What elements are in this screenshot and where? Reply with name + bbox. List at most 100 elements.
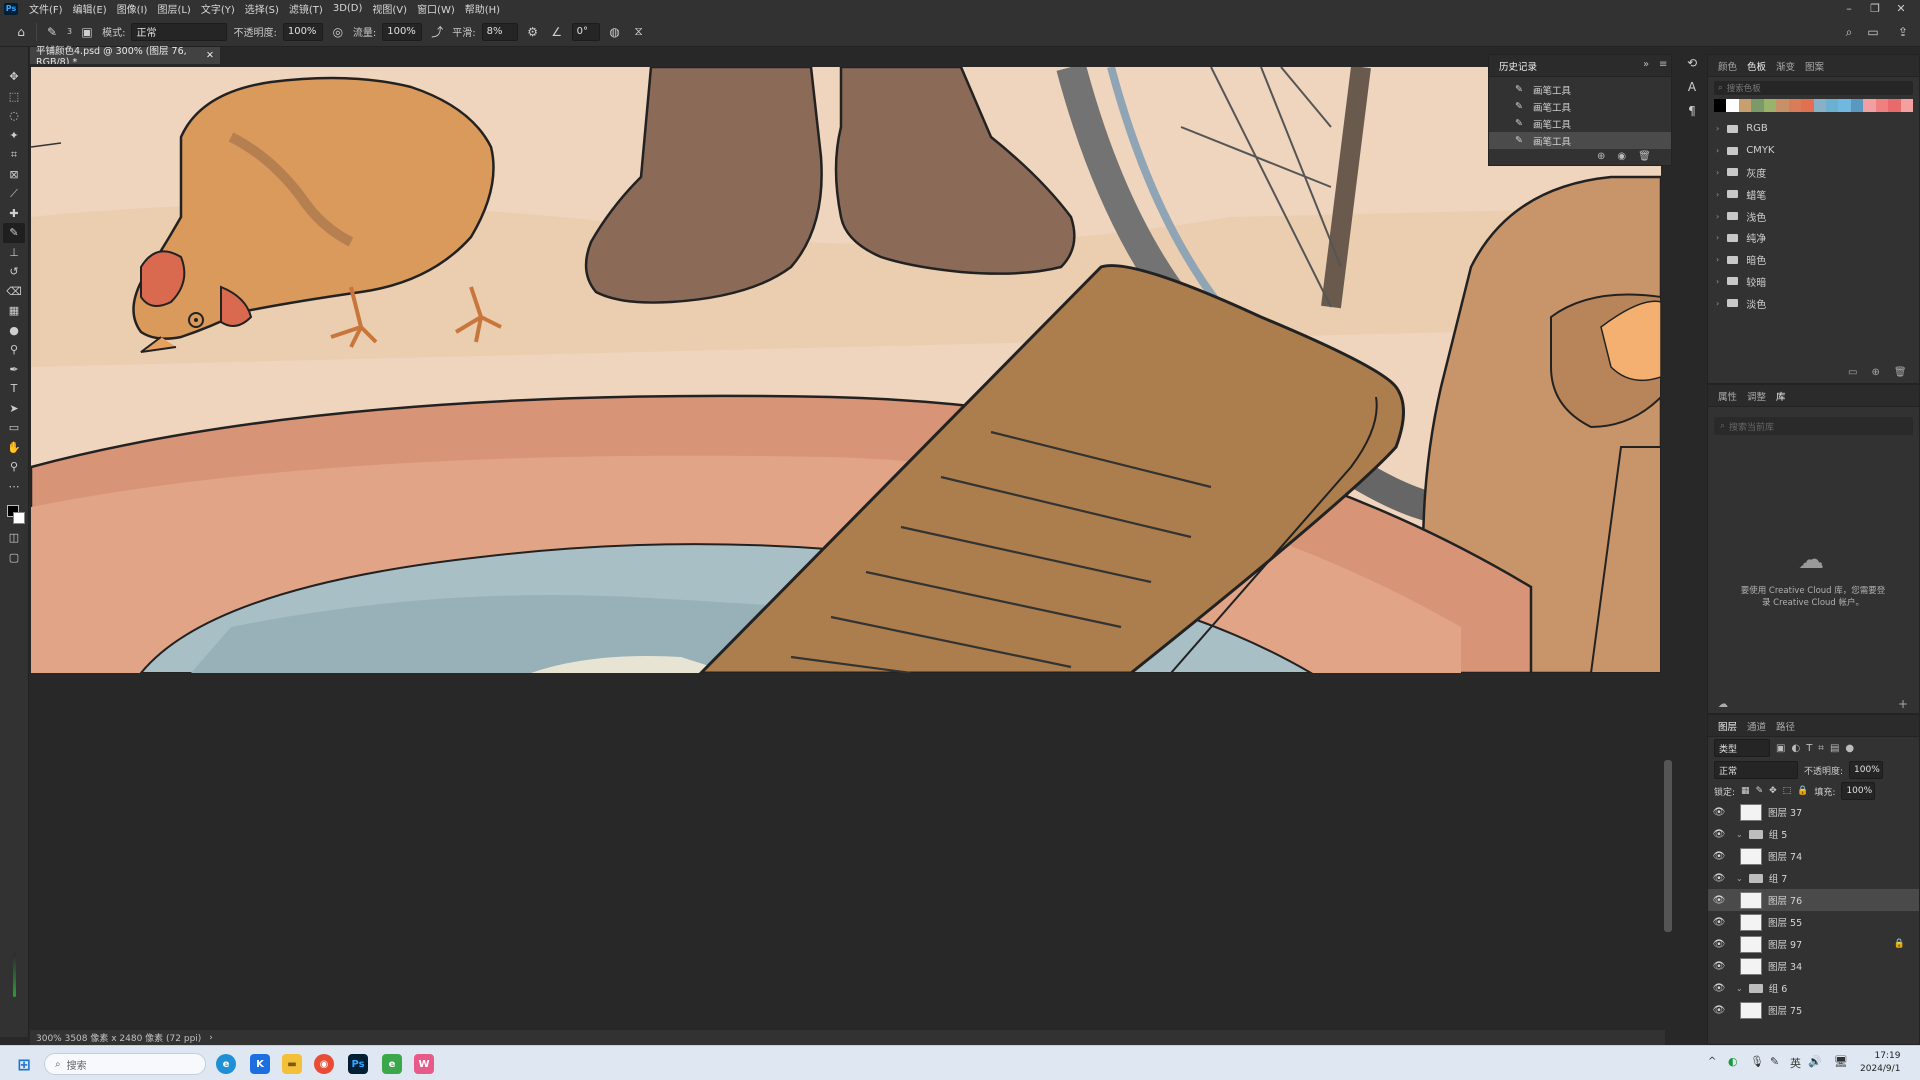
chevron-down-icon[interactable]: ⌄ <box>1736 830 1743 839</box>
filter-adjust-icon[interactable]: ◐ <box>1791 743 1800 754</box>
history-item[interactable]: ✎ 画笔工具 <box>1489 98 1671 115</box>
file-explorer-icon[interactable]: ▬ <box>282 1054 302 1074</box>
chevron-right-icon[interactable]: › <box>1716 124 1719 133</box>
swatch-group[interactable]: › 较暗 <box>1708 271 1919 293</box>
airbrush-icon[interactable]: ⤴ <box>428 23 446 41</box>
layer-row[interactable]: 👁 图层 55 <box>1708 911 1919 933</box>
more-tools-icon[interactable]: ⋯ <box>3 477 25 497</box>
tab-properties[interactable]: 属性 <box>1718 389 1737 403</box>
layer-group-row[interactable]: 👁 ⌄ 组 5 <box>1708 823 1919 845</box>
tab-swatches[interactable]: 色板 <box>1747 59 1766 73</box>
menu-type[interactable]: 文字(Y) <box>196 1 240 16</box>
lock-all-icon[interactable]: 🔒 <box>1797 786 1808 796</box>
marquee-tool-icon[interactable]: ⬚ <box>3 87 25 107</box>
swatch-search[interactable]: ⌕ 搜索色板 <box>1714 81 1913 95</box>
speaker-icon[interactable]: 🔊 <box>1808 1055 1822 1068</box>
layer-row[interactable]: 👁 图层 34 <box>1708 955 1919 977</box>
color-swatch[interactable] <box>1801 99 1814 112</box>
paragraph-panel-icon[interactable]: ¶ <box>1688 104 1696 118</box>
visibility-eye-icon[interactable]: 👁 <box>1708 807 1730 818</box>
menu-window[interactable]: 窗口(W) <box>412 1 460 16</box>
smooth-field[interactable]: 8% <box>481 22 518 41</box>
windows-start-icon[interactable]: ⊞ <box>14 1054 34 1074</box>
color-swatch[interactable] <box>1850 99 1864 112</box>
visibility-eye-icon[interactable]: 👁 <box>1708 961 1730 972</box>
tab-history[interactable]: 历史记录 <box>1499 59 1537 73</box>
color-swatch[interactable] <box>1726 99 1739 112</box>
layer-name[interactable]: 图层 75 <box>1768 1003 1802 1017</box>
lock-pixels-icon[interactable]: ✎ <box>1756 786 1764 796</box>
history-panel-icon[interactable]: ⟲ <box>1687 56 1697 70</box>
eraser-tool-icon[interactable]: ⌫ <box>3 282 25 302</box>
dodge-tool-icon[interactable]: ⚲ <box>3 340 25 360</box>
lasso-tool-icon[interactable]: ◌ <box>3 106 25 126</box>
history-item[interactable]: ✎ 画笔工具 <box>1489 81 1671 98</box>
layer-name[interactable]: 图层 97 <box>1768 937 1802 951</box>
photoshop-logo-icon[interactable]: Ps <box>4 2 18 15</box>
history-item[interactable]: ✎ 画笔工具 <box>1489 132 1671 149</box>
color-swatch[interactable] <box>1838 99 1851 112</box>
app-pink-icon[interactable]: W <box>414 1054 434 1074</box>
tab-libraries[interactable]: 库 <box>1776 389 1786 403</box>
tab-paths[interactable]: 路径 <box>1776 719 1795 733</box>
status-arrow-icon[interactable]: › <box>209 1033 213 1043</box>
menu-layer[interactable]: 图层(L) <box>152 1 195 16</box>
filter-smart-icon[interactable]: ▤ <box>1830 743 1839 754</box>
trash-icon[interactable]: 🗑 <box>1894 367 1907 378</box>
swatch-group[interactable]: › 蜡笔 <box>1708 183 1919 205</box>
taskbar-search[interactable]: ⌕ 搜索 <box>44 1053 206 1075</box>
tab-channels[interactable]: 通道 <box>1747 719 1766 733</box>
stamp-tool-icon[interactable]: ⊥ <box>3 243 25 263</box>
cloud-sync-icon[interactable]: ☁ <box>1718 699 1728 710</box>
search-icon[interactable]: ⌕ <box>1840 23 1858 41</box>
chrome-icon[interactable]: ◉ <box>314 1054 334 1074</box>
swatch-group[interactable]: › 淡色 <box>1708 292 1919 314</box>
layer-row[interactable]: 👁 图层 37 <box>1708 801 1919 823</box>
visibility-eye-icon[interactable]: 👁 <box>1708 983 1730 994</box>
pen-tool-icon[interactable]: ✒ <box>3 360 25 380</box>
tab-adjustments[interactable]: 调整 <box>1747 389 1766 403</box>
swatch-group[interactable]: › 纯净 <box>1708 227 1919 249</box>
color-swatch[interactable] <box>1813 99 1826 112</box>
layer-row[interactable]: 👁 图层 97 🔒 <box>1708 933 1919 955</box>
layer-opacity-field[interactable]: 100% <box>1849 761 1884 779</box>
photoshop-taskbar-icon[interactable]: Ps <box>348 1054 368 1074</box>
crop-tool-icon[interactable]: ⌗ <box>3 145 25 165</box>
path-select-tool-icon[interactable]: ➤ <box>3 399 25 419</box>
swatch-group[interactable]: › 暗色 <box>1708 249 1919 271</box>
chevron-right-icon[interactable]: › <box>1716 255 1719 264</box>
pen-tray-icon[interactable]: ✎ <box>1770 1055 1779 1068</box>
swatch-group[interactable]: › 灰度 <box>1708 162 1919 184</box>
color-swatch[interactable] <box>1788 99 1802 112</box>
brush-tool-icon[interactable]: ✎ <box>3 223 25 243</box>
panel-menu-icon[interactable]: ≡ <box>1659 59 1667 70</box>
brush-settings-icon[interactable]: ▣ <box>78 23 96 41</box>
color-swatch[interactable] <box>1888 99 1901 112</box>
input-language[interactable]: 英 <box>1790 1055 1801 1071</box>
layer-name[interactable]: 组 5 <box>1769 827 1788 841</box>
type-tool-icon[interactable]: T <box>3 379 25 399</box>
eyedropper-tool-icon[interactable]: ⟋ <box>3 184 25 204</box>
edge-browser-icon[interactable]: e <box>216 1054 236 1074</box>
tab-gradients[interactable]: 渐变 <box>1776 59 1795 73</box>
healing-tool-icon[interactable]: ✚ <box>3 204 25 224</box>
brush-preset-icon[interactable]: ✎ <box>43 23 61 41</box>
microphone-icon[interactable]: 🎙 <box>1750 1055 1764 1068</box>
layer-name[interactable]: 组 6 <box>1769 981 1788 995</box>
visibility-eye-icon[interactable]: 👁 <box>1708 895 1730 906</box>
visibility-eye-icon[interactable]: 👁 <box>1708 939 1730 950</box>
screen-mode-icon[interactable]: ▢ <box>3 548 25 568</box>
opacity-field[interactable]: 100% <box>282 22 323 41</box>
layer-row[interactable]: 👁 图层 75 <box>1708 999 1919 1021</box>
shape-tool-icon[interactable]: ▭ <box>3 418 25 438</box>
tab-layers[interactable]: 图层 <box>1718 719 1737 733</box>
chevron-right-icon[interactable]: › <box>1716 277 1719 286</box>
add-icon[interactable]: + <box>1898 697 1908 711</box>
color-swatch[interactable] <box>1763 99 1777 112</box>
color-swatch[interactable] <box>1738 99 1752 112</box>
menu-file[interactable]: 文件(F) <box>24 1 68 16</box>
magic-wand-tool-icon[interactable]: ✦ <box>3 126 25 146</box>
menu-filter[interactable]: 滤镜(T) <box>284 1 328 16</box>
color-swatch[interactable] <box>1875 99 1889 112</box>
close-document-icon[interactable]: ✕ <box>206 50 214 61</box>
